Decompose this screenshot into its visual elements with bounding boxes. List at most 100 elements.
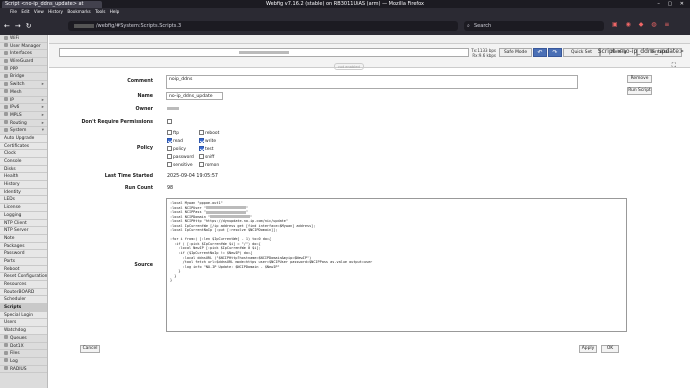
search-placeholder: Search — [474, 23, 492, 29]
source-line-text: :local NCIPDomain " — [170, 214, 211, 219]
cancel-button[interactable]: Cancel — [80, 345, 100, 353]
policy-reboot[interactable]: reboot — [199, 130, 219, 136]
policy-romon-checkbox[interactable] — [199, 162, 204, 167]
sidebar-item-note[interactable]: Note — [0, 234, 47, 243]
policy-test-checkbox[interactable] — [199, 146, 204, 151]
forward-icon[interactable]: → — [15, 22, 26, 30]
sidebar-item-ntp-client[interactable]: NTP Client — [0, 219, 47, 228]
window-controls[interactable]: – ▢ ✕ — [657, 0, 687, 8]
sidebar-item-mesh[interactable]: Mesh — [0, 89, 47, 97]
checkbox-box[interactable] — [167, 119, 172, 124]
sidebar-item-dot1x[interactable]: Dot1X — [0, 343, 47, 351]
sidebar-item-log[interactable]: Log — [0, 358, 47, 366]
reload-icon[interactable]: ↻ — [26, 22, 37, 30]
undo-button[interactable]: ↶ — [533, 48, 547, 57]
expand-icon[interactable]: ⛶ — [672, 62, 676, 70]
apply-button[interactable]: Apply — [579, 345, 597, 353]
policy-ftp[interactable]: ftp — [167, 130, 179, 136]
sidebar-item-logging[interactable]: Logging — [0, 211, 47, 220]
menu-bar[interactable]: File Edit View History Bookmarks Tools H… — [10, 9, 119, 14]
policy-read-checkbox[interactable] — [167, 138, 172, 143]
sidebar-item-routerboard[interactable]: RouterBOARD — [0, 288, 47, 297]
policy-sensitive-checkbox[interactable] — [167, 162, 172, 167]
policy-read[interactable]: read — [167, 138, 183, 144]
policy-password[interactable]: password — [167, 154, 194, 160]
source-editor[interactable]: :local Mywan "pppoe-out1":local NCIPUser… — [166, 198, 627, 332]
menu-file[interactable]: File — [10, 9, 17, 14]
sidebar-item-queues[interactable]: Queues — [0, 335, 47, 343]
redo-button[interactable]: ↷ — [548, 48, 562, 57]
policy-write[interactable]: write — [199, 138, 216, 144]
comment-field[interactable]: noip_ddns — [166, 75, 578, 89]
dont-require-permissions-checkbox[interactable] — [167, 119, 173, 125]
sidebar-item-routing[interactable]: Routing ▸ — [0, 120, 47, 128]
menu-history[interactable]: History — [48, 9, 63, 14]
sidebar-item-ports[interactable]: Ports — [0, 257, 47, 266]
url-bar[interactable]: /webfig/#System:Scripts.Scripts.3 — [68, 21, 458, 31]
policy-test[interactable]: test — [199, 146, 213, 152]
sidebar-item-leds[interactable]: LEDs — [0, 196, 47, 205]
policy-romon[interactable]: romon — [199, 162, 219, 168]
sidebar-item-resources[interactable]: Resources — [0, 281, 47, 289]
sidebar-item-disks[interactable]: Disks — [0, 165, 47, 174]
policy-ftp-checkbox[interactable] — [167, 130, 172, 135]
sidebar-item-files[interactable]: Files — [0, 350, 47, 358]
sidebar-item-user-manager[interactable]: User Manager — [0, 43, 47, 51]
policy-sniff[interactable]: sniff — [199, 154, 214, 160]
sidebar-item-certificates[interactable]: Certificates — [0, 142, 47, 151]
policy-sensitive[interactable]: sensitive — [167, 162, 193, 168]
sidebar-item-ip[interactable]: IP ▸ — [0, 97, 47, 105]
policy-policy-checkbox[interactable] — [167, 146, 172, 151]
sidebar-item-ppp[interactable]: PPP — [0, 66, 47, 74]
sidebar-item-system[interactable]: System ▾ — [0, 127, 47, 135]
safe-mode-button[interactable]: Safe Mode — [499, 48, 532, 57]
sidebar-item-history[interactable]: History — [0, 181, 47, 189]
sidebar-item-label: Watchdog — [4, 328, 26, 334]
source-line-text: :local Mywan "pppoe-out1" — [170, 201, 223, 205]
sidebar-item-auto-upgrade[interactable]: Auto Upgrade — [0, 134, 47, 143]
sidebar-item-clock[interactable]: Clock — [0, 150, 47, 158]
policy-policy[interactable]: policy — [167, 146, 186, 152]
sidebar-item-reboot[interactable]: Reboot — [0, 265, 47, 274]
run-script-button[interactable]: Run Script — [627, 87, 652, 95]
quick-set-button[interactable]: Quick Set — [563, 48, 600, 57]
extension-icons[interactable]: ▣ ◉ ◆ ◍ ≡ — [612, 21, 672, 28]
name-field[interactable]: no-ip_ddns_update — [166, 92, 223, 100]
sidebar-item-watchdog[interactable]: Watchdog — [0, 327, 47, 335]
sidebar-item-bridge[interactable]: Bridge — [0, 73, 47, 82]
sidebar-item-identity[interactable]: Identity — [0, 188, 47, 197]
menu-bookmarks[interactable]: Bookmarks — [67, 9, 90, 14]
back-icon[interactable]: ← — [4, 22, 15, 30]
sidebar-item-reset-configuration[interactable]: Reset Configuration — [0, 273, 47, 281]
sidebar-item-health[interactable]: Health — [0, 173, 47, 182]
policy-sniff-checkbox[interactable] — [199, 154, 204, 159]
menu-help[interactable]: Help — [110, 9, 120, 14]
sidebar-item-mpls[interactable]: MPLS ▸ — [0, 112, 47, 120]
policy-write-checkbox[interactable] — [199, 138, 204, 143]
sidebar-item-wireguard[interactable]: WireGuard — [0, 58, 47, 66]
search-bar[interactable]: ⌕ Search — [464, 21, 604, 31]
menu-item-icon — [4, 73, 8, 78]
policy-password-checkbox[interactable] — [167, 154, 172, 159]
sidebar-item-users[interactable]: Users — [0, 319, 47, 328]
sidebar-item-console[interactable]: Console — [0, 158, 47, 166]
sidebar-item-switch[interactable]: Switch ▸ — [0, 81, 47, 89]
policy-reboot-checkbox[interactable] — [199, 130, 204, 135]
sidebar-item-password[interactable]: Password — [0, 250, 47, 258]
sidebar-item-radius[interactable]: RADIUS — [0, 366, 47, 374]
remove-button[interactable]: Remove — [627, 75, 652, 83]
sidebar-item-scripts[interactable]: Scripts — [0, 304, 47, 312]
sidebar-item-label: Logging — [4, 212, 22, 218]
sidebar-item-packages[interactable]: Packages — [0, 242, 47, 251]
sidebar-item-scheduler[interactable]: Scheduler — [0, 296, 47, 305]
menu-tools[interactable]: Tools — [95, 9, 105, 14]
sidebar-item-ipv6[interactable]: IPv6 ▸ — [0, 104, 47, 112]
sidebar-item-special-login[interactable]: Special Login — [0, 311, 47, 320]
menu-edit[interactable]: Edit — [21, 9, 29, 14]
sidebar-item-wifi[interactable]: WiFi — [0, 35, 47, 43]
sidebar-item-ntp-server[interactable]: NTP Server — [0, 227, 47, 235]
menu-view[interactable]: View — [34, 9, 44, 14]
sidebar-item-license[interactable]: License — [0, 204, 47, 212]
sidebar-item-interfaces[interactable]: Interfaces — [0, 50, 47, 59]
ok-button[interactable]: OK — [601, 345, 619, 353]
